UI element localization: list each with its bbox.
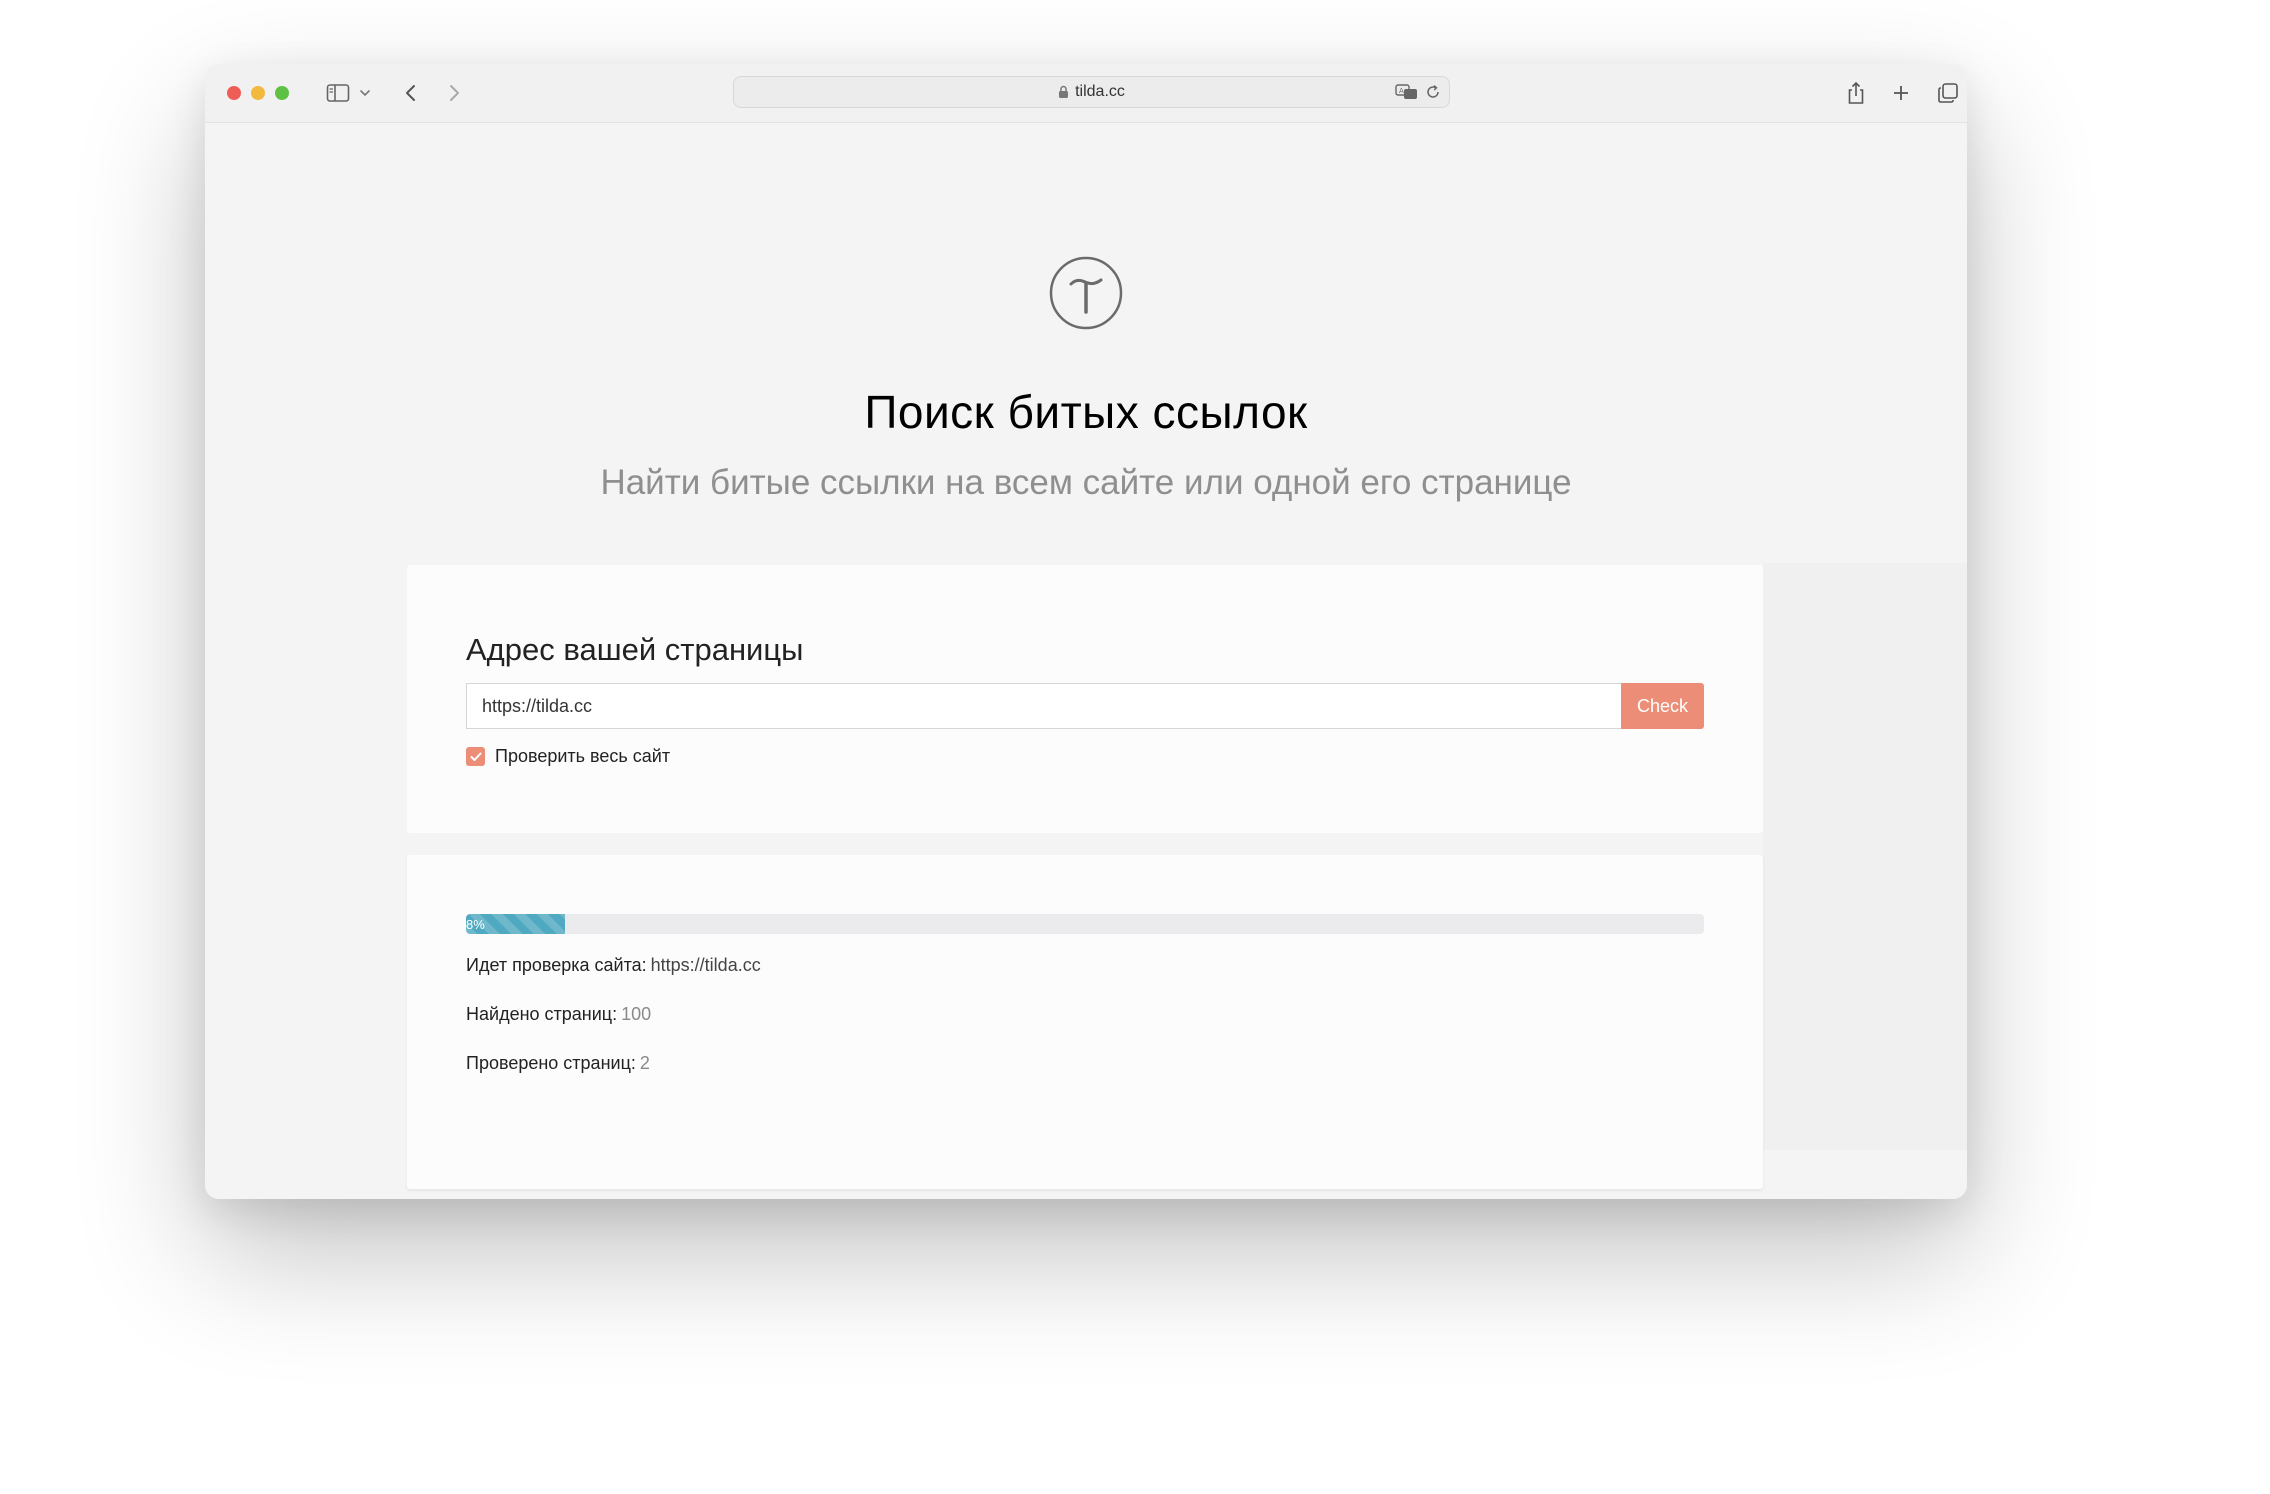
found-pages: Найдено страниц: 100 <box>466 1004 651 1025</box>
progress-fill: 8% <box>466 914 566 934</box>
svg-text:A: A <box>1399 87 1404 95</box>
page-title: Поиск битых ссылок <box>864 386 1308 438</box>
checking-status: Идет проверка сайта: https://tilda.cc <box>466 955 761 976</box>
checking-url: https://tilda.cc <box>650 955 761 975</box>
reload-icon[interactable] <box>1425 84 1441 100</box>
form-heading: Адрес вашей страницы <box>466 632 804 667</box>
checked-pages: Проверено страниц: 2 <box>466 1053 650 1074</box>
found-value: 100 <box>621 1004 652 1024</box>
back-icon[interactable] <box>400 78 422 108</box>
new-tab-icon[interactable] <box>1889 78 1913 108</box>
browser-window: tilda.cc A Поиск битых ссылок Найти биты… <box>205 64 1967 1199</box>
page-subtitle: Найти битые ссылки на всем сайте или одн… <box>600 463 1572 502</box>
whole-site-checkbox[interactable] <box>466 747 485 766</box>
check-button[interactable]: Check <box>1621 683 1704 729</box>
minimize-window-button[interactable] <box>251 86 265 100</box>
url-form-card: Адрес вашей страницы Check Проверить вес… <box>407 565 1763 833</box>
address-url: tilda.cc <box>1075 83 1125 100</box>
chevron-down-icon[interactable] <box>357 78 373 108</box>
checked-label: Проверено страниц: <box>466 1053 636 1073</box>
whole-site-label[interactable]: Проверить весь сайт <box>495 746 670 767</box>
translate-icon[interactable]: A <box>1395 84 1419 100</box>
url-input[interactable] <box>466 683 1621 729</box>
page-content: Поиск битых ссылок Найти битые ссылки на… <box>205 123 1967 1199</box>
checked-value: 2 <box>639 1053 650 1073</box>
found-label: Найдено страниц: <box>466 1004 618 1024</box>
close-window-button[interactable] <box>227 86 241 100</box>
checkmark-icon <box>470 752 481 761</box>
share-icon[interactable] <box>1844 78 1868 108</box>
maximize-window-button[interactable] <box>275 86 289 100</box>
forward-icon[interactable] <box>443 78 465 108</box>
browser-toolbar: tilda.cc A <box>205 64 1967 123</box>
tabs-overview-icon[interactable] <box>1935 78 1961 108</box>
lock-icon <box>1059 85 1069 98</box>
tilda-logo-icon[interactable] <box>1049 256 1123 330</box>
progress-bar: 8% <box>466 914 1704 934</box>
sidebar-icon[interactable] <box>323 78 353 108</box>
address-bar[interactable]: tilda.cc A <box>733 76 1450 108</box>
progress-card: 8% Идет проверка сайта: https://tilda.cc … <box>407 855 1763 1189</box>
checking-label: Идет проверка сайта: <box>466 955 647 975</box>
progress-percent: 8% <box>466 916 485 932</box>
